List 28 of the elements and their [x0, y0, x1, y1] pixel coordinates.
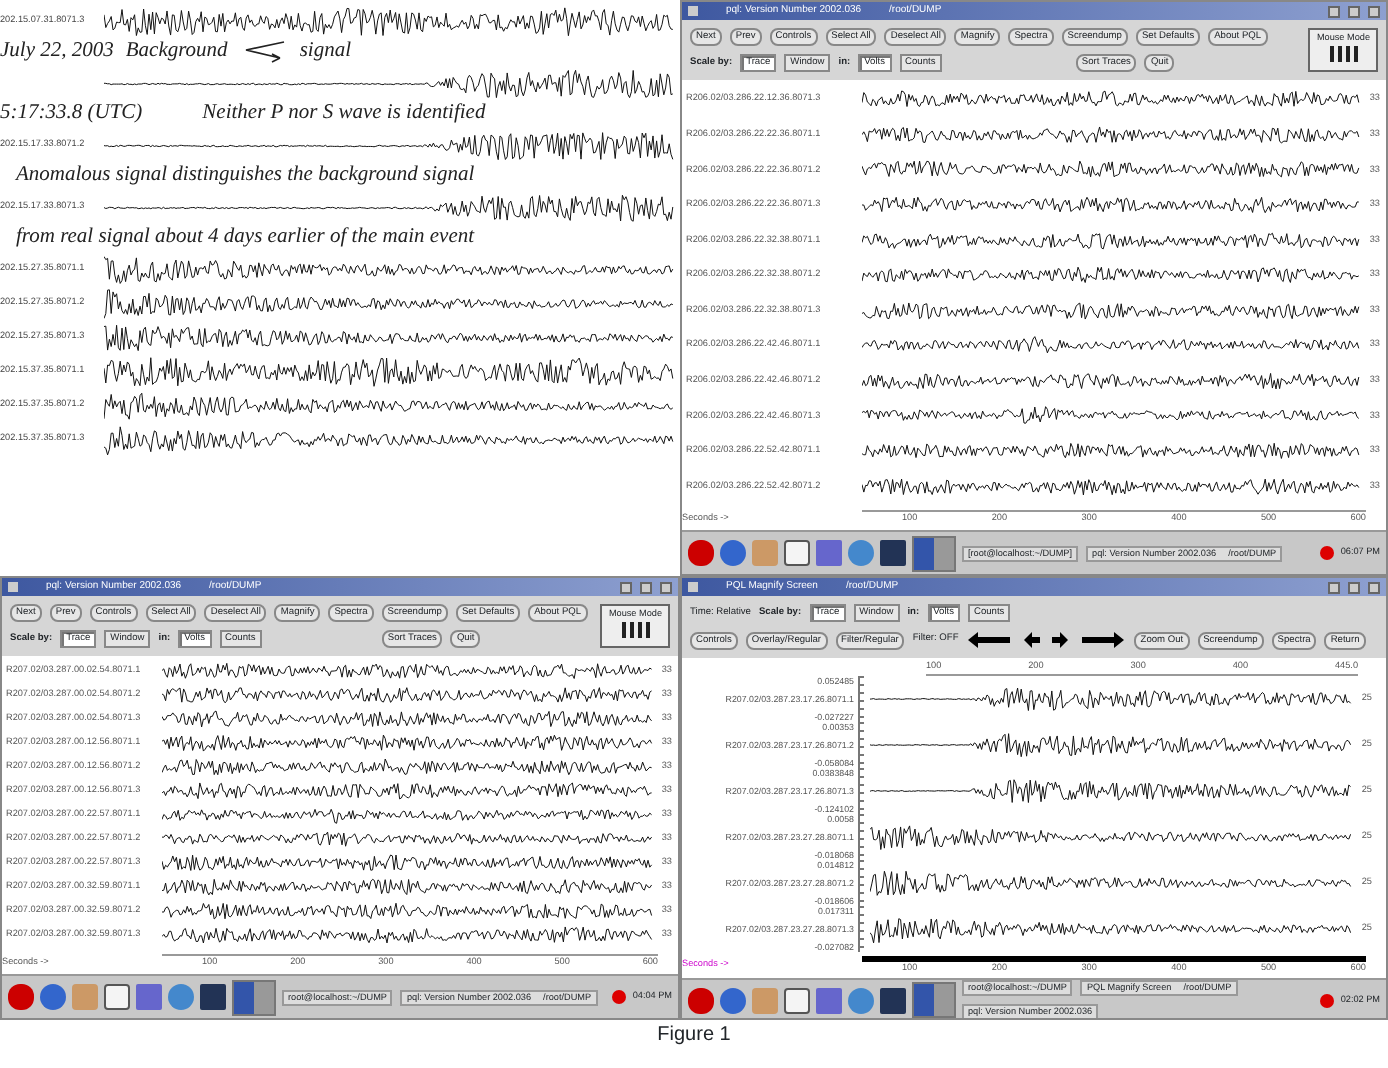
alert-icon — [612, 990, 627, 1004]
annotation-text: Background — [125, 38, 228, 67]
close-button[interactable] — [1368, 581, 1380, 593]
annotation-text: Anomalous signal distinguishes the background signal — [16, 162, 475, 191]
minimize-button[interactable] — [620, 581, 632, 593]
alert-icon — [1320, 993, 1335, 1008]
workspace-pager[interactable] — [232, 979, 276, 1015]
scroll-right-button[interactable] — [1050, 630, 1071, 650]
time-annotation: 5:17:33.8 (UTC) — [0, 100, 143, 129]
alert-icon — [1320, 546, 1335, 560]
minimize-button[interactable] — [1328, 581, 1340, 593]
maximize-button[interactable] — [1348, 581, 1360, 593]
mode-icon — [1329, 45, 1358, 62]
close-button[interactable] — [1368, 5, 1380, 17]
close-button[interactable] — [660, 581, 672, 593]
figure-caption: Figure 1 — [657, 1024, 731, 1046]
workspace-pager[interactable] — [912, 535, 956, 571]
annotation-text: from real signal about 4 days earlier of the main event — [16, 224, 475, 253]
scroll-left-far-button[interactable] — [966, 630, 1015, 650]
maximize-button[interactable] — [1348, 5, 1360, 17]
scroll-right-far-button[interactable] — [1078, 630, 1127, 650]
annotation-text: Neither P nor S wave is identified — [202, 100, 486, 129]
date-annotation: July 22, 2003 — [0, 38, 114, 67]
mode-icon — [621, 621, 650, 638]
scroll-left-button[interactable] — [1022, 630, 1043, 650]
minimize-button[interactable] — [1328, 5, 1340, 17]
annotation-text: signal — [299, 38, 351, 67]
maximize-button[interactable] — [640, 581, 652, 593]
